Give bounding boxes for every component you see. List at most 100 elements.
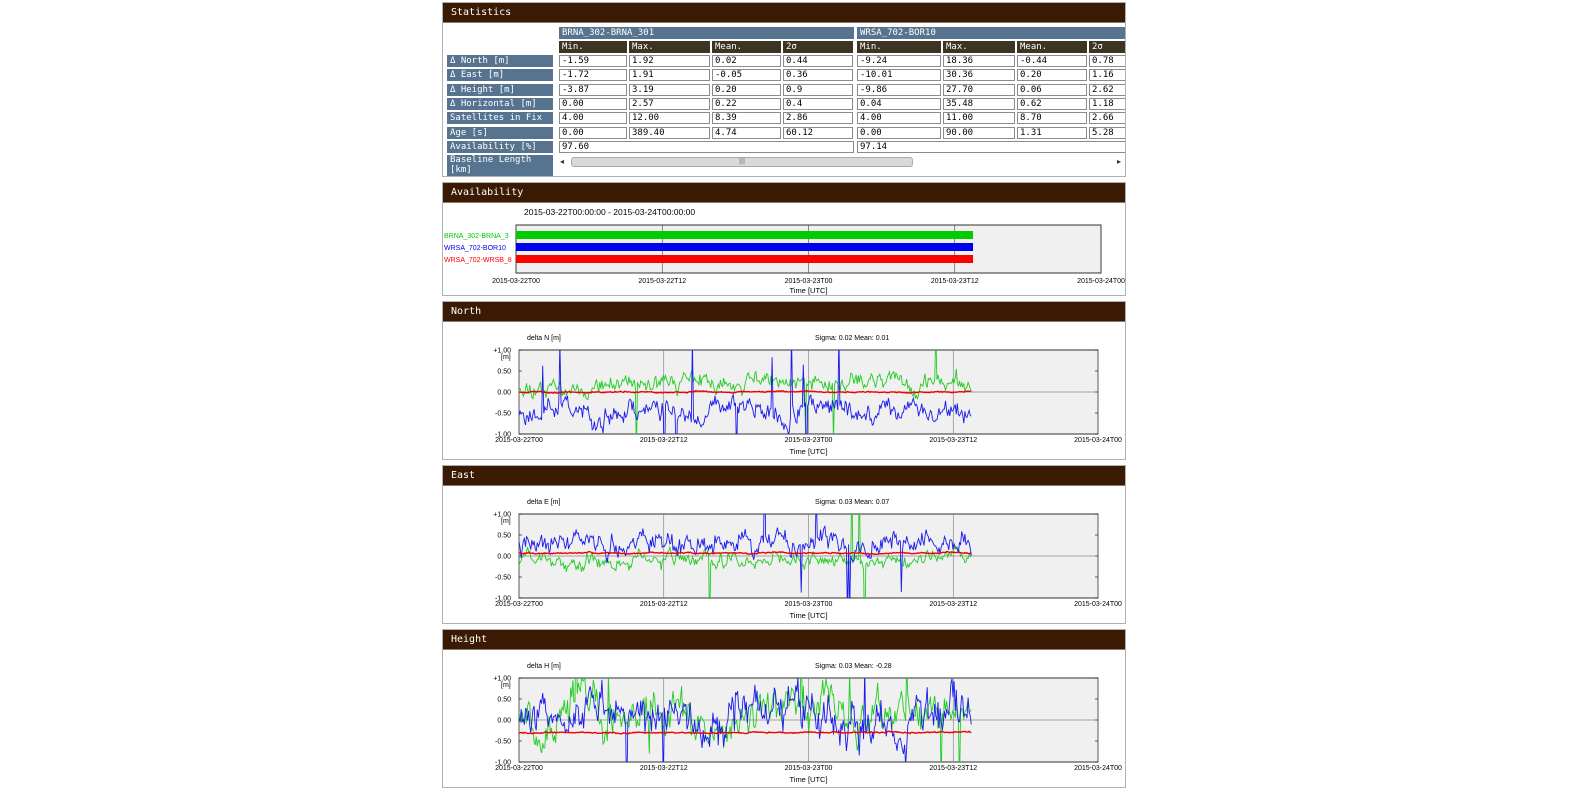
height-header: Height xyxy=(443,630,1125,650)
chart-xlabel: Time [UTC] xyxy=(789,611,827,620)
availability-panel: Availability 2015-03-22T00:00:00 - 2015-… xyxy=(442,182,1126,296)
row-label: Age [s] xyxy=(447,127,553,139)
scroll-right-icon[interactable]: ▸ xyxy=(1117,156,1121,167)
stat-cell: -10.01 xyxy=(857,69,941,81)
stat-cell: 0.20 xyxy=(1017,69,1087,81)
availability-xlabel: Time [UTC] xyxy=(789,286,827,295)
stat-cell: 0.00 xyxy=(559,98,627,110)
availability-cell: 97.14 xyxy=(857,141,1125,153)
stat-cell: 27.70 xyxy=(943,84,1015,96)
stat-cell: 0.62 xyxy=(1017,98,1087,110)
availability-range-text: 2015-03-22T00:00:00 - 2015-03-24T00:00:0… xyxy=(524,207,695,217)
stat-cell: 35.48 xyxy=(943,98,1015,110)
height-chart: delta H [m] Sigma: 0.03 Mean: -0.28 2015-0… xyxy=(493,663,1122,784)
x-tick-label: 2015-03-22T12 xyxy=(640,765,688,772)
column-header: Mean. xyxy=(1017,41,1087,53)
stat-cell: 30.36 xyxy=(943,69,1015,81)
chart-title: delta N [m] xyxy=(527,335,561,342)
column-header: Max. xyxy=(629,41,710,53)
availability-bar xyxy=(516,231,974,239)
stat-cell: 60.12 xyxy=(783,127,853,139)
statistics-header: Statistics xyxy=(443,3,1125,23)
column-header: 2σ xyxy=(1089,41,1125,53)
stat-cell: 2.57 xyxy=(629,98,710,110)
group-header-brna: BRNA_302-BRNA_301 xyxy=(559,27,854,39)
stat-cell: 3.19 xyxy=(629,84,710,96)
stat-cell: 0.36 xyxy=(783,69,853,81)
chart-stats-text: Sigma: 0.03 Mean: 0.07 xyxy=(815,499,889,506)
availability-series-label: BRNA_302-BRNA_3 xyxy=(444,233,509,240)
availability-x-tick: 2015-03-23T00 xyxy=(785,278,833,285)
stat-cell: -0.44 xyxy=(1017,55,1087,67)
y-unit-label: [m] xyxy=(501,354,511,361)
dashboard: Statistics BRNA_302-BRNA_301 WRSA_702-BOR… xyxy=(442,2,1126,793)
row-label: Availability [%] xyxy=(447,141,553,153)
x-tick-label: 2015-03-23T12 xyxy=(929,437,977,444)
stat-cell: 1.91 xyxy=(629,69,710,81)
column-header: 2σ xyxy=(783,41,853,53)
x-tick-label: 2015-03-22T12 xyxy=(640,601,688,608)
y-tick-label: 0.00 xyxy=(497,718,511,725)
stat-cell: 0.44 xyxy=(783,55,853,67)
availability-series-label: WRSA_702-BOR10 xyxy=(444,245,506,252)
north-panel: North delta N [m] Sigma: 0.02 Mean: 0.01 2… xyxy=(442,301,1126,460)
north-chart: delta N [m] Sigma: 0.02 Mean: 0.01 2015-03… xyxy=(493,335,1122,456)
horizontal-scrollbar[interactable]: ◂ ||| ▸ xyxy=(559,156,1123,167)
availability-x-tick: 2015-03-24T00 xyxy=(1077,278,1125,285)
stat-cell: 0.02 xyxy=(712,55,781,67)
stat-cell: 1.18 xyxy=(1089,98,1125,110)
stat-cell: 2.86 xyxy=(783,112,853,124)
stat-cell: 90.00 xyxy=(943,127,1015,139)
stat-cell: 1.16 xyxy=(1089,69,1125,81)
scrollbar-thumb[interactable]: ||| xyxy=(571,157,913,167)
stat-cell: 0.00 xyxy=(559,127,627,139)
row-label: Baseline Length [km] xyxy=(447,155,553,176)
y-tick-label: 0.50 xyxy=(497,369,511,376)
y-tick-label: -0.50 xyxy=(495,739,511,746)
availability-bar xyxy=(516,255,974,263)
stat-cell: -0.05 xyxy=(712,69,781,81)
x-tick-label: 2015-03-23T12 xyxy=(929,601,977,608)
availability-cell: 97.60 xyxy=(559,141,854,153)
y-unit-label: [m] xyxy=(501,518,511,525)
row-label: Δ Height [m] xyxy=(447,84,553,96)
row-label: Δ Horizontal [m] xyxy=(447,98,553,110)
x-tick-label: 2015-03-23T12 xyxy=(929,765,977,772)
stat-cell: 0.04 xyxy=(857,98,941,110)
stat-cell: 4.00 xyxy=(559,112,627,124)
chart-xlabel: Time [UTC] xyxy=(789,775,827,784)
chart-stats-text: Sigma: 0.02 Mean: 0.01 xyxy=(815,335,889,342)
stat-cell: 0.4 xyxy=(783,98,853,110)
row-label: Δ North [m] xyxy=(447,55,553,67)
stat-cell: 1.92 xyxy=(629,55,710,67)
y-tick-label: -1.00 xyxy=(495,760,511,767)
stat-cell: 8.70 xyxy=(1017,112,1087,124)
y-tick-label: 0.00 xyxy=(497,554,511,561)
stat-cell: 5.28 xyxy=(1089,127,1125,139)
availability-header: Availability xyxy=(443,183,1125,203)
chart-stats-text: Sigma: 0.03 Mean: -0.28 xyxy=(815,663,892,670)
column-header: Min. xyxy=(559,41,627,53)
stat-cell: 0.22 xyxy=(712,98,781,110)
stat-cell: 389.40 xyxy=(629,127,710,139)
chart-title: delta H [m] xyxy=(527,663,561,670)
east-header: East xyxy=(443,466,1125,486)
y-tick-label: -0.50 xyxy=(495,575,511,582)
statistics-panel: Statistics BRNA_302-BRNA_301 WRSA_702-BOR… xyxy=(442,2,1126,177)
column-header: Mean. xyxy=(712,41,781,53)
east-panel: East delta E [m] Sigma: 0.03 Mean: 0.07 20… xyxy=(442,465,1126,624)
stat-cell: -3.87 xyxy=(559,84,627,96)
row-label: Satellites in Fix xyxy=(447,112,553,124)
scroll-left-icon[interactable]: ◂ xyxy=(560,156,564,167)
stat-cell: 4.74 xyxy=(712,127,781,139)
stat-cell: 0.78 xyxy=(1089,55,1125,67)
y-tick-label: -1.00 xyxy=(495,596,511,603)
stat-cell: 0.06 xyxy=(1017,84,1087,96)
x-tick-label: 2015-03-23T00 xyxy=(785,601,833,608)
column-header: Min. xyxy=(857,41,941,53)
stat-cell: 0.00 xyxy=(857,127,941,139)
availability-chart: 2015-03-22T00:00:00 - 2015-03-24T00:00:0… xyxy=(444,207,1125,295)
x-tick-label: 2015-03-24T00 xyxy=(1074,437,1122,444)
stat-cell: 18.36 xyxy=(943,55,1015,67)
x-tick-label: 2015-03-24T00 xyxy=(1074,765,1122,772)
